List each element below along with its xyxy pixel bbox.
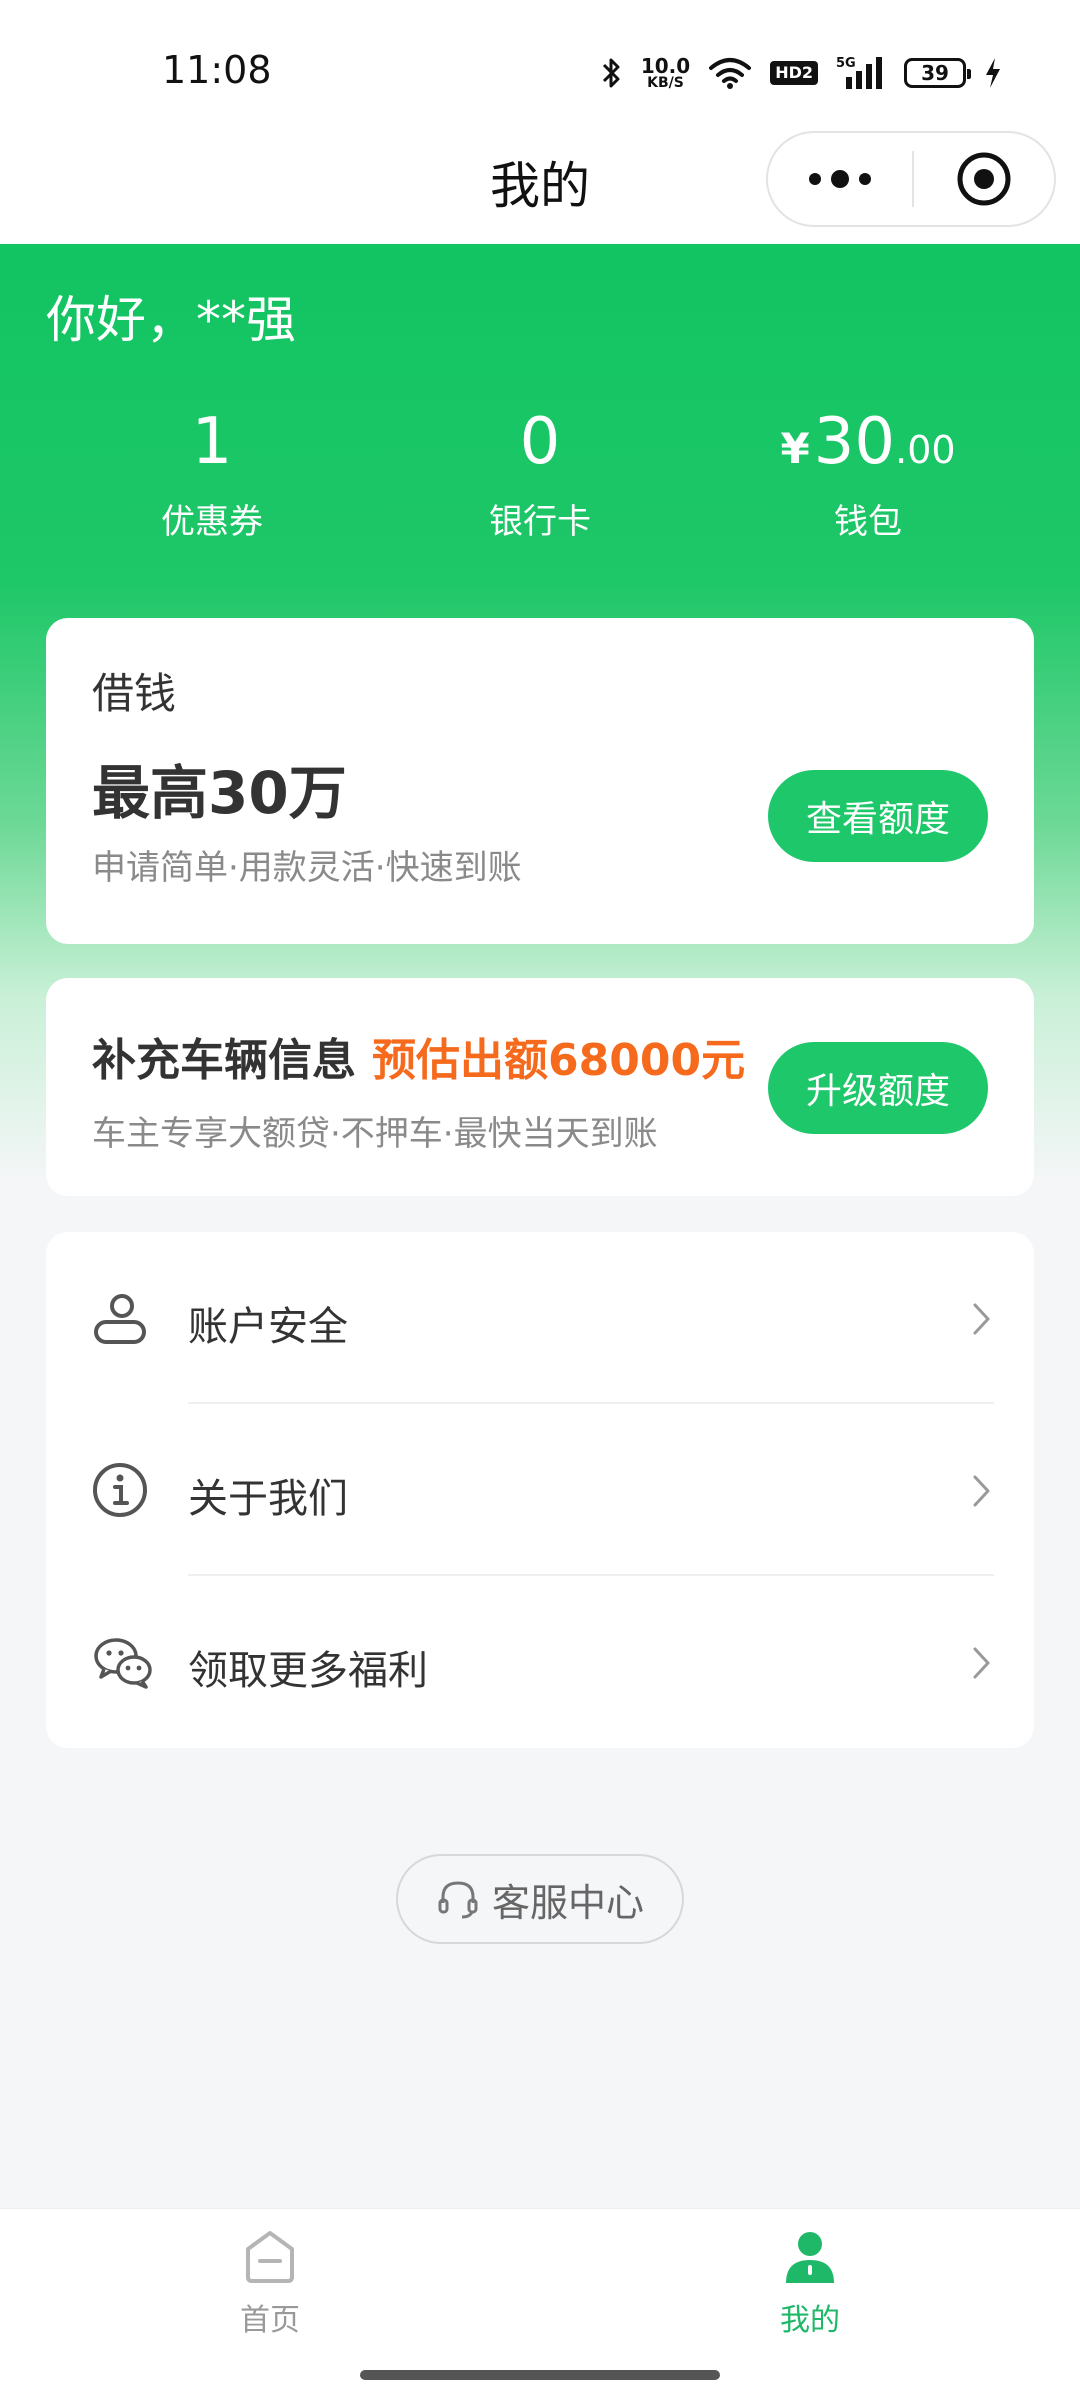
tab-mine-label: 我的 <box>780 2303 840 2338</box>
home-icon <box>246 2231 294 2283</box>
status-bar: 11:08 10.0 KB/S HD2 5G 39 <box>0 0 1080 130</box>
battery-indicator: 39 <box>904 58 971 88</box>
loan-amount: 最高30万 <box>92 759 347 827</box>
more-dot-icon <box>859 173 871 185</box>
close-mini-program-button[interactable] <box>914 133 1054 225</box>
nav-bar: 我的 <box>0 130 1080 244</box>
net-speed: 10.0 KB/S <box>641 56 690 90</box>
chevron-right-icon <box>973 1647 990 1679</box>
wifi-icon <box>709 58 752 89</box>
stat-coupons-value: 1 <box>191 405 233 479</box>
wallet-currency: ¥ <box>780 424 810 473</box>
tab-home[interactable]: 首页 <box>120 2227 420 2339</box>
battery-level: 39 <box>921 61 949 85</box>
status-time: 11:08 <box>162 48 272 92</box>
tab-home-label: 首页 <box>240 2303 300 2338</box>
more-button[interactable] <box>768 133 912 225</box>
vehicle-title: 补充车辆信息 预估出额68000元 <box>92 1024 745 1088</box>
home-indicator[interactable] <box>360 2370 720 2380</box>
vehicle-estimate: 预估出额68000元 <box>372 1035 746 1086</box>
stat-wallet-label: 钱包 <box>834 502 902 542</box>
vehicle-title-text: 补充车辆信息 <box>92 1035 356 1086</box>
wallet-decimal: .00 <box>895 428 956 472</box>
chevron-right-icon <box>973 1475 990 1507</box>
target-close-icon <box>957 152 1011 206</box>
loan-title: 借钱 <box>92 669 177 718</box>
stat-coupons-label: 优惠券 <box>161 502 263 542</box>
stat-bank-cards[interactable]: 0 银行卡 <box>390 400 690 543</box>
wallet-amount: 30 <box>813 405 896 479</box>
more-dot-icon <box>831 170 849 188</box>
user-icon <box>786 2232 834 2283</box>
menu-item-more-benefits[interactable]: 领取更多福利 <box>46 1576 1034 1748</box>
signal-label: 5G <box>836 56 856 71</box>
person-icon <box>94 1294 146 1344</box>
net-speed-value: 10.0 <box>640 54 691 78</box>
user-greeting: 你好，**强 <box>46 291 296 349</box>
status-icons: 10.0 KB/S HD2 5G 39 <box>601 52 1002 94</box>
chevron-right-icon <box>973 1303 990 1335</box>
menu-label-about-us: 关于我们 <box>188 1476 348 1522</box>
customer-service-label: 客服中心 <box>491 1880 644 1925</box>
stat-coupons[interactable]: 1 优惠券 <box>62 400 362 543</box>
more-dot-icon <box>809 173 821 185</box>
bluetooth-icon <box>602 58 620 88</box>
loan-card[interactable]: 借钱 最高30万 申请简单·用款灵活·快速到账 查看额度 <box>46 618 1034 944</box>
info-icon <box>93 1463 147 1517</box>
upgrade-credit-button[interactable]: 升级额度 <box>768 1042 988 1134</box>
menu-item-about-us[interactable]: 关于我们 <box>46 1404 1034 1576</box>
wechat-icon <box>94 1638 152 1689</box>
vehicle-description: 车主专享大额贷·不押车·最快当天到账 <box>92 1114 658 1154</box>
bottom-tab-bar: 首页 我的 <box>0 2208 1080 2350</box>
charging-icon <box>986 58 1000 88</box>
stat-wallet-value: ¥30.00 <box>718 400 1018 484</box>
vehicle-info-card[interactable]: 补充车辆信息 预估出额68000元 车主专享大额贷·不押车·最快当天到账 升级额度 <box>46 978 1034 1196</box>
hd-badge: HD2 <box>770 61 818 85</box>
stat-bank-cards-value: 0 <box>519 405 561 479</box>
menu-item-account-security[interactable]: 账户安全 <box>46 1232 1034 1404</box>
menu-label-account-security: 账户安全 <box>188 1304 348 1350</box>
signal-icon: 5G <box>836 56 882 89</box>
tab-mine[interactable]: 我的 <box>660 2227 960 2339</box>
headset-icon <box>438 1881 478 1919</box>
menu-card: 账户安全 关于我们 领取更多福利 <box>46 1232 1034 1748</box>
customer-service-button[interactable]: 客服中心 <box>396 1854 684 1944</box>
stat-bank-cards-label: 银行卡 <box>489 502 591 542</box>
net-speed-unit: KB/S <box>647 75 684 91</box>
mini-program-capsule <box>766 131 1056 227</box>
loan-description: 申请简单·用款灵活·快速到账 <box>92 848 522 888</box>
menu-label-more-benefits: 领取更多福利 <box>188 1648 428 1694</box>
stat-wallet[interactable]: ¥30.00 钱包 <box>718 400 1018 543</box>
check-credit-button[interactable]: 查看额度 <box>768 770 988 862</box>
